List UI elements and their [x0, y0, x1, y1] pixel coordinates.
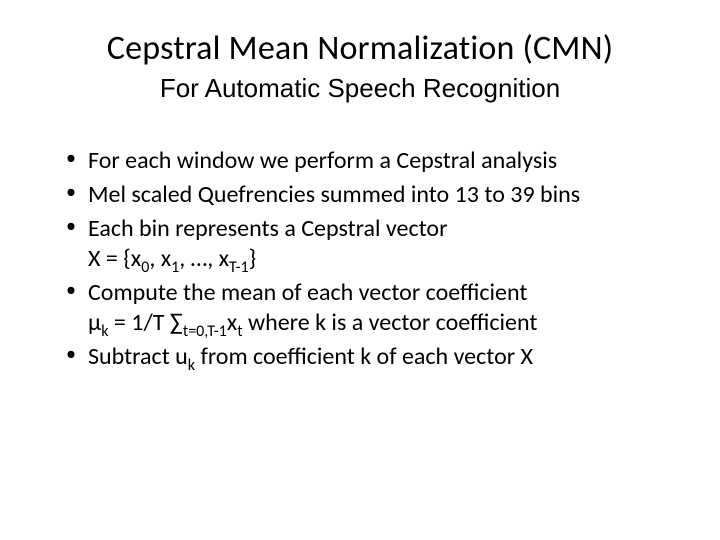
bullet-text: Each bin represents a Cepstral vector — [88, 214, 447, 243]
subscript: k — [188, 356, 195, 375]
bullet-text: For each window we perform a Cepstral an… — [88, 146, 557, 175]
bullet-text: Mel scaled Quefrencies summed into 13 to… — [88, 180, 580, 209]
bullet-list: For each window we perform a Cepstral an… — [40, 146, 680, 372]
formula-text: X = {x — [88, 244, 141, 273]
slide-title: Cepstral Mean Normalization (CMN) — [40, 28, 680, 69]
bullet-item: Each bin represents a Cepstral vector X … — [60, 214, 680, 274]
subscript: T-1 — [229, 258, 249, 277]
formula-text: where k is a vector coefficient — [243, 308, 538, 337]
formula-text: = 1/T ∑ — [108, 308, 182, 337]
formula-text: Subtract u — [88, 342, 188, 371]
bullet-item: For each window we perform a Cepstral an… — [60, 146, 680, 176]
formula-text: μ — [88, 308, 101, 337]
subscript: t=0,T-1 — [183, 322, 227, 341]
formula-text: from coefficient k of each vector X — [195, 342, 533, 371]
slide: Cepstral Mean Normalization (CMN) For Au… — [0, 0, 720, 540]
formula-text: } — [249, 244, 257, 273]
bullet-text: Compute the mean of each vector coeffici… — [88, 278, 527, 307]
formula-text: , x — [149, 244, 171, 273]
bullet-item: Compute the mean of each vector coeffici… — [60, 278, 680, 338]
slide-subtitle: For Automatic Speech Recognition — [40, 73, 680, 104]
formula-text: x — [227, 308, 237, 337]
bullet-item: Mel scaled Quefrencies summed into 13 to… — [60, 180, 680, 210]
formula-text: , …, x — [179, 244, 229, 273]
bullet-item: Subtract uk from coefficient k of each v… — [60, 342, 680, 372]
